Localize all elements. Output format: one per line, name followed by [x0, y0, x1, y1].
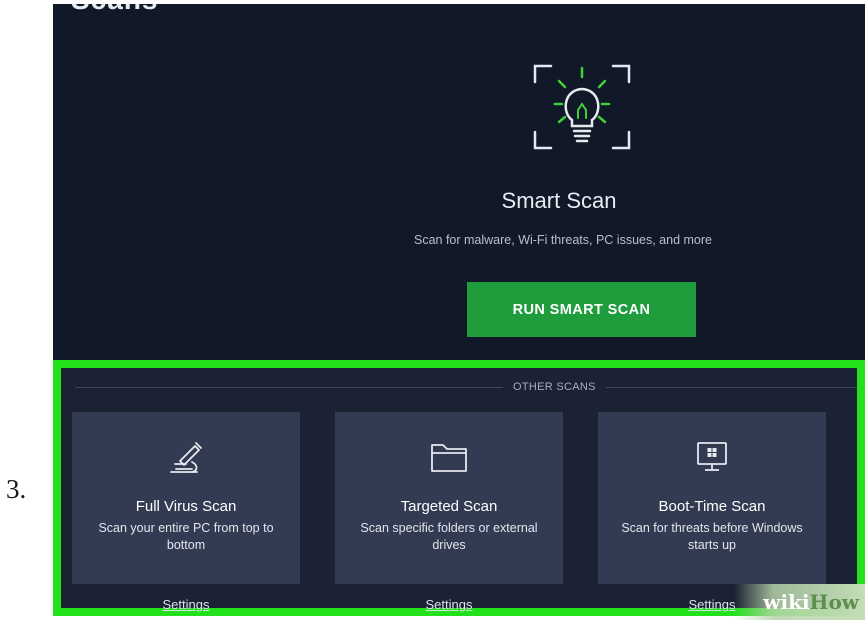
wikihow-watermark: wiki How: [734, 584, 865, 620]
boot-time-scan-card[interactable]: Boot-Time Scan Scan for threats before W…: [598, 412, 826, 584]
lightbulb-icon: [533, 64, 631, 150]
other-scans-label: OTHER SCANS: [503, 381, 606, 393]
page-heading: Scans: [71, 4, 159, 16]
other-scans-panel: OTHER SCANS Full Virus Scan Scan your en…: [53, 360, 865, 616]
avast-scans-window: Scans Smart Scan Scan for malware, Wi-Fi…: [53, 4, 865, 616]
section-divider: [75, 387, 857, 388]
run-smart-scan-button[interactable]: RUN SMART SCAN: [467, 282, 696, 337]
card-title: Targeted Scan: [400, 498, 498, 515]
card-title: Full Virus Scan: [135, 498, 237, 515]
full-virus-scan-settings-link[interactable]: Settings: [126, 597, 246, 612]
watermark-text-wiki: wiki: [763, 590, 810, 614]
card-description: Scan your entire PC from top to bottom: [98, 521, 274, 552]
smart-scan-subtitle: Scan for malware, Wi-Fi threats, PC issu…: [413, 233, 712, 247]
card-description: Scan specific folders or external drives: [360, 521, 538, 552]
microscope-icon: [170, 442, 202, 473]
full-virus-scan-card[interactable]: Full Virus Scan Scan your entire PC from…: [72, 412, 300, 584]
smart-scan-title: Smart Scan: [501, 188, 617, 213]
card-description: Scan for threats before Windows starts u…: [621, 521, 803, 552]
card-title: Boot-Time Scan: [658, 498, 766, 515]
targeted-scan-card[interactable]: Targeted Scan Scan specific folders or e…: [335, 412, 563, 584]
targeted-scan-settings-link[interactable]: Settings: [389, 597, 509, 612]
step-number: 3.: [6, 474, 27, 504]
watermark-text-how: How: [809, 590, 859, 614]
folder-icon: [431, 444, 467, 472]
monitor-windows-icon: [697, 442, 727, 471]
